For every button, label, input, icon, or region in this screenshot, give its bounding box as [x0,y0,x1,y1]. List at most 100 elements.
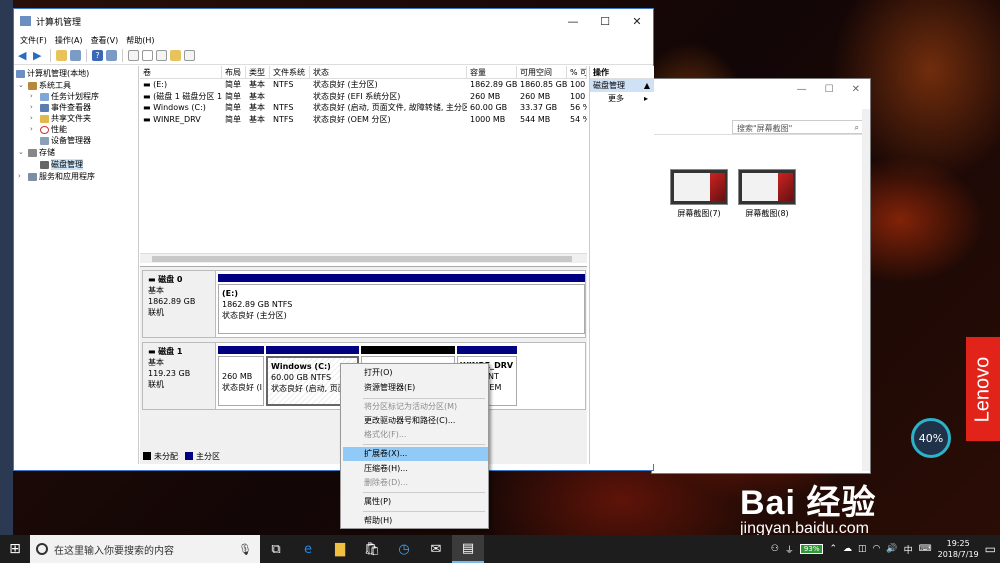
column-header-type[interactable]: 类型 [246,66,270,78]
chevron-right-icon[interactable]: › [18,171,26,182]
table-row[interactable]: ▬ (E:) 简单 基本 NTFS 状态良好 (主分区) 1862.89 GB … [140,79,587,91]
tree-item-shared-folders[interactable]: › 共享文件夹 [30,113,91,124]
wifi-icon[interactable]: ◠ [873,544,881,554]
menu-item-mark-active[interactable]: 将分区标记为活动分区(M) [343,400,488,414]
menu-item-shrink-volume[interactable]: 压缩卷(H)... [343,462,488,476]
document-icon[interactable] [156,50,167,61]
table-row[interactable]: ▬ (磁盘 1 磁盘分区 1) 简单 基本 状态良好 (EFI 系统分区) 26… [140,91,587,103]
menu-item-open[interactable]: 打开(O) [343,366,488,380]
menu-view[interactable]: 查看(V) [91,35,119,46]
menu-item-explorer[interactable]: 资源管理器(E) [343,381,488,395]
maximize-button[interactable]: ☐ [589,15,621,28]
input-method-icon[interactable]: 中 [904,543,913,556]
chevron-down-icon[interactable]: ⌄ [18,80,26,91]
performance-gauge[interactable]: 40% [911,418,951,458]
menu-item-delete-volume[interactable]: 删除卷(D)... [343,476,488,490]
tree-item-disk-management[interactable]: 磁盘管理 [40,159,83,170]
window-icon[interactable] [184,50,195,61]
plug-icon[interactable]: ⏚ [785,543,794,556]
tree-item-event-viewer[interactable]: › 事件查看器 [30,102,91,113]
actions-section-disk-management[interactable]: 磁盘管理 ▲ [590,79,654,92]
column-header-capacity[interactable]: 容量 [467,66,517,78]
computer-management-window[interactable]: 计算机管理 — ☐ ✕ 文件(F) 操作(A) 查看(V) 帮助(H) ◀ ▶ … [13,8,654,471]
minimize-button[interactable]: — [557,15,589,28]
column-header-filesystem[interactable]: 文件系统 [270,66,310,78]
table-row[interactable]: ▬ Windows (C:) 简单 基本 NTFS 状态良好 (启动, 页面文件… [140,102,587,114]
minimize-icon[interactable]: — [797,84,807,95]
tree-item-device-manager[interactable]: 设备管理器 [40,135,91,146]
menu-action[interactable]: 操作(A) [55,35,83,46]
battery-indicator[interactable]: 93% [799,544,824,554]
column-header-percent-free[interactable]: % 可 [567,66,587,78]
tree-item-root[interactable]: 计算机管理(本地) [16,68,89,79]
folder-icon[interactable] [170,50,181,61]
network-icon[interactable]: ◫ [858,544,867,554]
microphone-icon[interactable]: 🎙 [238,543,252,556]
volume-icon[interactable]: 🔊 [886,544,897,554]
chevron-down-icon[interactable]: ⌄ [18,147,26,158]
keyboard-icon[interactable]: ⌨ [919,544,932,554]
thumbnail-screenshot-8[interactable] [738,169,796,205]
column-header-status[interactable]: 状态 [310,66,467,78]
file-explorer-icon[interactable]: ▇ [324,535,356,563]
table-row[interactable]: ▬ WINRE_DRV 简单 基本 NTFS 状态良好 (OEM 分区) 100… [140,114,587,126]
clock[interactable]: 19:25 2018/7/19 [938,538,979,560]
explorer-window[interactable]: — ☐ ✕ 搜索"屏幕截图" ⌕ 屏幕截图(7) 屏幕截图(8) [651,78,871,474]
menu-item-format[interactable]: 格式化(F)... [343,428,488,442]
computer-management-taskbar-icon[interactable]: ▤ [452,535,484,563]
column-header-free[interactable]: 可用空间 [517,66,567,78]
checklist-icon[interactable] [142,50,153,61]
properties-icon[interactable] [106,50,117,61]
help-icon[interactable]: ? [92,50,103,61]
column-header-volume[interactable]: 卷 [140,66,222,78]
tree-item-storage[interactable]: ⌄ 存储 [18,147,55,158]
close-button[interactable]: ✕ [621,15,653,28]
partition-e[interactable]: (E:) 1862.89 GB NTFS 状态良好 (主分区) [218,274,585,336]
column-header-layout[interactable]: 布局 [222,66,246,78]
show-hide-tree-icon[interactable] [70,50,81,61]
close-icon[interactable]: ✕ [852,84,860,95]
menu-item-help[interactable]: 帮助(H) [343,514,488,528]
volume-list-hscrollbar[interactable] [140,253,587,263]
connect-icon[interactable] [128,50,139,61]
clock-app-icon[interactable]: ◷ [388,535,420,563]
up-folder-icon[interactable] [56,50,67,61]
baidu-jingyan-watermark: Bai 经验 jingyan.baidu.com [740,484,877,537]
explorer-search-input[interactable]: 搜索"屏幕截图" ⌕ [732,120,864,134]
chevron-right-icon[interactable]: › [30,124,38,135]
disk-0-label[interactable]: ▬ 磁盘 0 基本 1862.89 GB 联机 [143,271,216,337]
back-arrow-icon[interactable]: ◀ [18,50,30,61]
thumbnail-screenshot-7[interactable] [670,169,728,205]
edge-browser-icon[interactable]: e [292,535,324,563]
mail-icon[interactable]: ✉ [420,535,452,563]
disk-1-label[interactable]: ▬ 磁盘 1 基本 119.23 GB 联机 [143,343,216,409]
taskbar-search-input[interactable]: 在这里输入你要搜索的内容 🎙 [30,535,260,563]
forward-arrow-icon[interactable]: ▶ [33,50,45,61]
explorer-scrollbar[interactable] [862,109,870,471]
people-icon[interactable]: ⚇ [771,544,779,554]
more-actions[interactable]: 更多 ▸ [590,92,654,106]
tree-label: 计算机管理(本地) [27,69,90,78]
chevron-right-icon[interactable]: › [30,102,38,113]
notification-icon[interactable]: ▭ [985,542,996,556]
menu-item-change-drive-letter[interactable]: 更改驱动器号和路径(C)... [343,414,488,428]
chevron-right-icon[interactable]: › [30,91,38,102]
maximize-icon[interactable]: ☐ [825,84,834,95]
disk-0-row[interactable]: ▬ 磁盘 0 基本 1862.89 GB 联机 (E:) 1862.89 GB … [142,270,586,338]
menu-file[interactable]: 文件(F) [20,35,47,46]
start-button[interactable]: ⊞ [0,535,30,563]
tree-item-task-scheduler[interactable]: › 任务计划程序 [30,91,99,102]
collapse-up-icon[interactable]: ▲ [644,79,650,92]
tree-item-services[interactable]: › 服务和应用程序 [18,171,95,182]
chevron-right-icon[interactable]: › [30,113,38,124]
onedrive-icon[interactable]: ☁ [843,544,852,554]
task-view-icon[interactable]: ⧉ [260,535,292,563]
menu-item-properties[interactable]: 属性(P) [343,495,488,509]
tree-item-performance[interactable]: › 性能 [30,124,67,135]
chevron-up-icon[interactable]: ⌃ [829,544,837,554]
store-icon[interactable]: 🛍 [356,535,388,563]
menu-item-extend-volume[interactable]: 扩展卷(X)... [343,447,488,461]
partition-efi[interactable]: 260 MB 状态良好 (I [218,346,264,408]
tree-item-system-tools[interactable]: ⌄ 系统工具 [18,80,71,91]
menu-help[interactable]: 帮助(H) [126,35,154,46]
